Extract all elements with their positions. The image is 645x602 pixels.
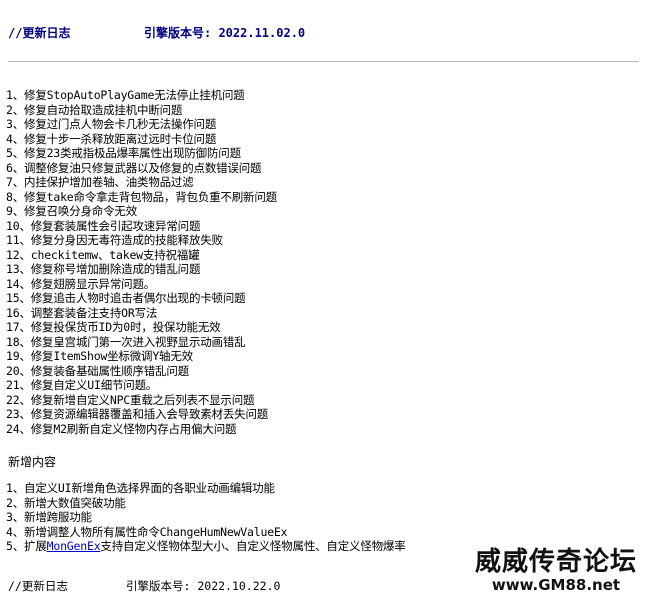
watermark-url: www.GM88.net [491,576,621,594]
list-item: 17、修复投保货币ID为0时，投保功能无效 [6,320,221,334]
list-item: 15、修复追击人物时追击者偶尔出现的卡顿问题 [6,291,246,305]
list-item: 11、修复分身因无毒符造成的技能释放失败 [6,233,223,247]
changelog-title: //更新日志 [8,26,71,40]
fix-list: 1、修复StopAutoPlayGame无法停止挂机问题 2、修复自动拾取造成挂… [6,88,277,436]
list-item: 1、修复StopAutoPlayGame无法停止挂机问题 [6,88,245,102]
new-content-heading: 新增内容 [8,455,57,469]
list-item: 24、修复M2刷新自定义怪物内存占用偏大问题 [6,421,237,436]
current-version-header: //更新日志 引擎版本号: 2022.11.02.0 [8,24,305,41]
list-item: 7、内挂保护增加卷轴、油类物品过滤 [6,175,194,189]
list-item: 3、修复过门点人物会卡几秒无法操作问题 [6,117,217,131]
list-item: 10、修复套装属性会引起攻速异常问题 [6,218,201,233]
divider [8,61,639,62]
item-prefix: 5、扩展 [6,539,47,553]
list-item: 14、修复翅膀显示异常问题。 [6,276,156,291]
previous-version-header: //更新日志 引擎版本号: 2022.10.22.0 [8,578,280,594]
list-item: 2、新增大数值突破功能 [6,495,126,510]
list-item: 19、修复ItemShow坐标微调Y轴无效 [6,349,193,363]
list-item: 23、修复资源编辑器覆盖和插入会导致素材丢失问题 [6,407,269,421]
list-item: 18、修复皇宫城门第一次进入视野显示动画错乱 [6,334,246,349]
watermark-title: 威威传奇论坛 [474,547,637,577]
list-item: 2、修复自动拾取造成挂机中断问题 [6,102,183,117]
list-item: 6、调整修复油只修复武器以及修复的点数错误问题 [6,160,262,175]
list-item: 5、扩展MonGenEx支持自定义怪物体型大小、自定义怪物属性、自定义怪物爆率 [6,539,406,554]
addition-list: 1、自定义UI新增角色选择界面的各职业动画编辑功能 2、新增大数值突破功能 3、… [6,481,406,554]
list-item: 4、新增调整人物所有属性命令ChangeHumNewValueEx [6,524,288,539]
changelog-title: //更新日志 [8,579,68,593]
engine-version: 引擎版本号: 2022.11.02.0 [144,26,306,40]
list-item: 13、修复称号增加删除造成的错乱问题 [6,262,201,276]
list-item: 3、新增跨服功能 [6,510,92,524]
list-item: 16、调整套装备注支持OR写法 [6,305,158,320]
list-item: 21、修复自定义UI细节问题。 [6,378,158,392]
list-item: 9、修复召唤分身命令无效 [6,204,138,218]
mongenex-link[interactable]: MonGenEx [47,539,101,553]
engine-version: 引擎版本号: 2022.10.22.0 [126,579,281,593]
list-item: 8、修复take命令拿走背包物品，背包负重不刷新问题 [6,189,277,204]
list-item: 1、自定义UI新增角色选择界面的各职业动画编辑功能 [6,481,275,495]
item-suffix: 支持自定义怪物体型大小、自定义怪物属性、自定义怪物爆率 [100,539,406,553]
list-item: 22、修复新增自定义NPC重载之后列表不显示问题 [6,392,255,407]
list-item: 4、修复十步一杀释放距离过远时卡位问题 [6,131,217,146]
list-item: 12、checkitemw、takew支持祝福罐 [6,247,200,262]
list-item: 20、修复装备基础属性顺序错乱问题 [6,363,189,378]
site-watermark: 威威传奇论坛 www.GM88.net [475,548,637,594]
list-item: 5、修复23类戒指极品爆率属性出现防御防问题 [6,146,241,160]
